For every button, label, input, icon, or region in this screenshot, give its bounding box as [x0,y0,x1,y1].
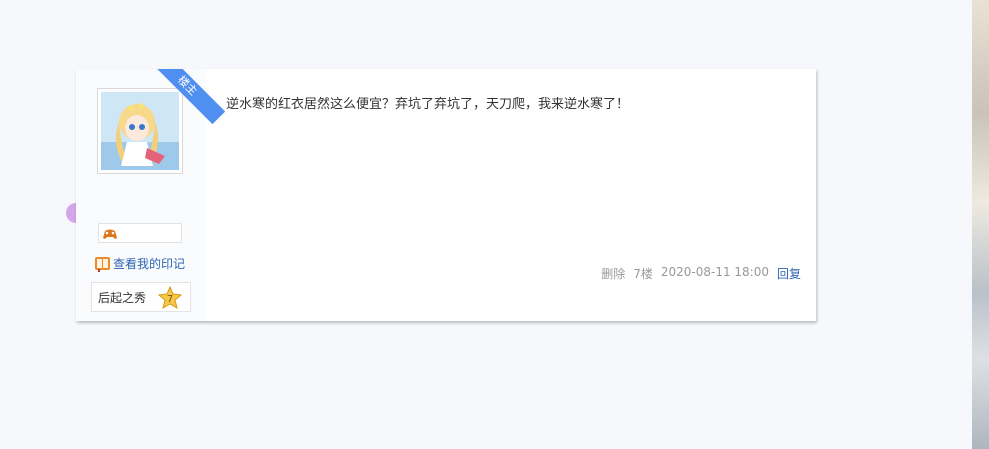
user-title-badge[interactable]: 后起之秀 7 [91,282,191,312]
book-icon [94,255,111,272]
user-sidebar: 查看我的印记 后起之秀 7 [76,69,206,321]
game-controller-icon [102,226,118,245]
post-footer: 删除 7楼 2020-08-11 18:00 回复 [601,265,801,282]
star-level-icon: 7 [157,285,183,313]
imprint-label: 查看我的印记 [113,256,186,271]
level-bar[interactable] [98,223,182,243]
avatar[interactable] [97,88,183,174]
reply-button[interactable]: 回复 [777,265,801,282]
post-content: 逆水寒的红衣居然这么便宜？弃坑了弃坑了，天刀爬，我来逆水寒了！ [226,97,630,112]
post-timestamp: 2020-08-11 18:00 [660,265,769,279]
view-imprint-link[interactable]: 查看我的印记 [94,253,185,273]
badge-title: 后起之秀 [98,290,147,305]
background-image-edge [972,0,989,449]
badge-level: 7 [167,294,173,305]
anime-avatar-icon [101,92,179,170]
post-card: 查看我的印记 后起之秀 7 楼主 逆水寒的红衣居然这么便宜？弃坑了弃坑了，天刀爬… [76,69,816,321]
floor-number: 7楼 [633,267,653,281]
delete-button[interactable]: 删除 [601,265,625,282]
